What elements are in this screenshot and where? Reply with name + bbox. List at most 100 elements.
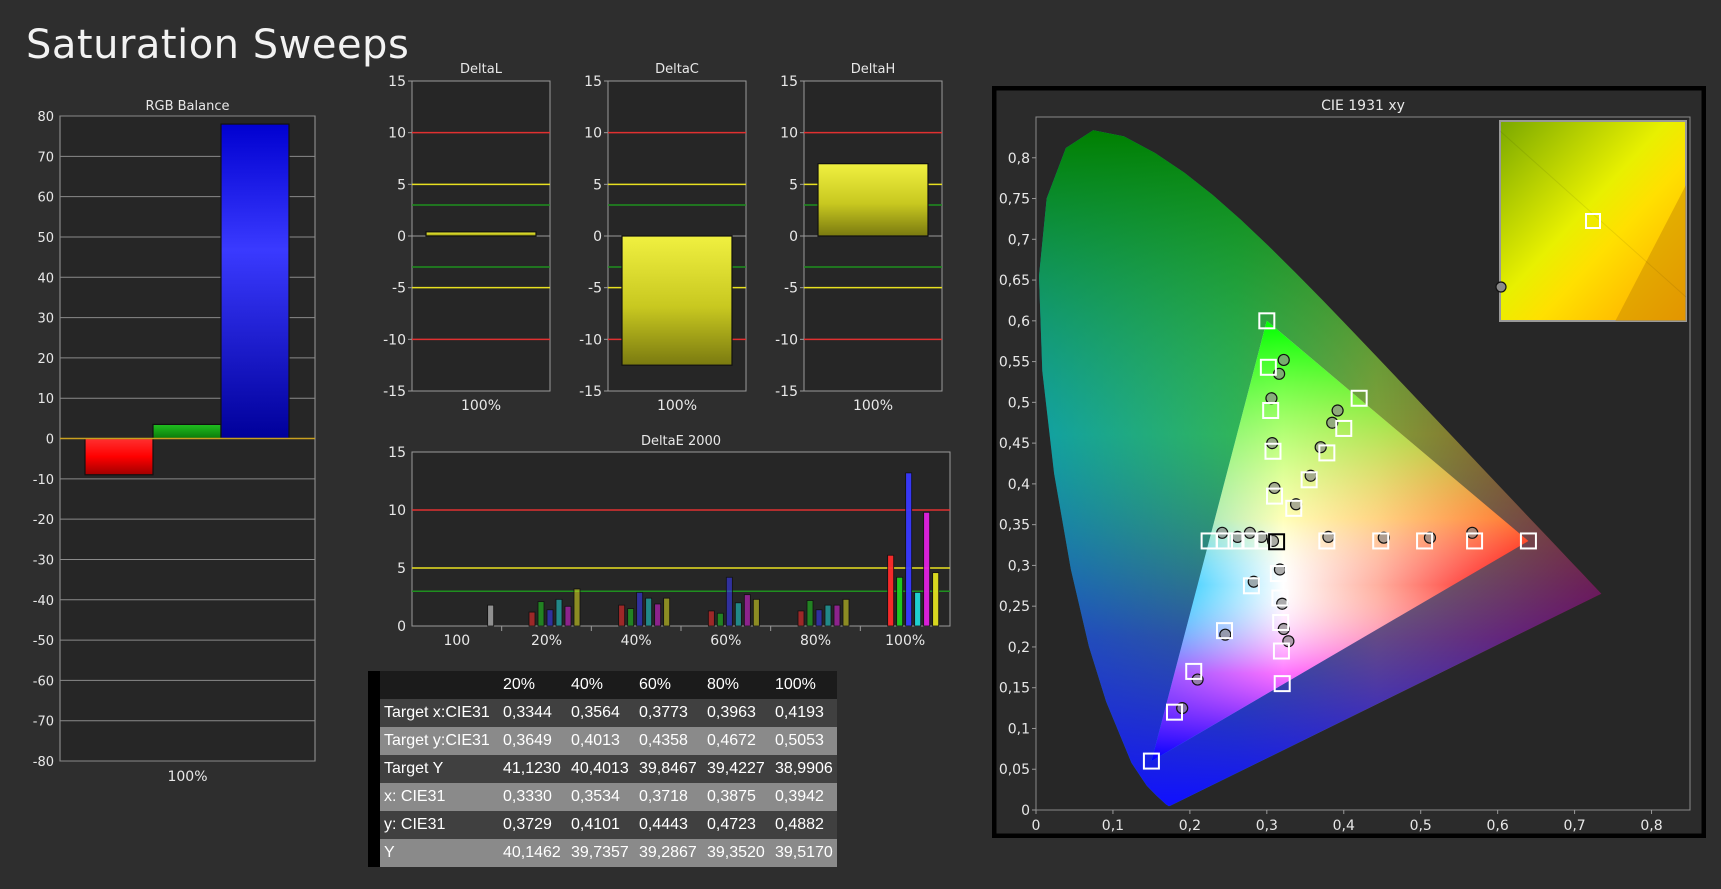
row-label: Target x:CIE31 bbox=[380, 699, 497, 727]
table-cell: 0,4723 bbox=[700, 811, 769, 839]
y-tick-label: 40 bbox=[37, 271, 54, 286]
delta-e-bar bbox=[914, 591, 922, 627]
delta-e-bar bbox=[932, 572, 940, 627]
table-cell: 0,3564 bbox=[564, 699, 633, 727]
table-cell: 39,8467 bbox=[632, 755, 701, 783]
table-cell: 0,4882 bbox=[768, 811, 837, 839]
measured-point bbox=[1331, 404, 1344, 417]
y-tick-label: 30 bbox=[37, 312, 54, 327]
delta-bar bbox=[817, 163, 929, 237]
table-cell: 0,4101 bbox=[564, 811, 633, 839]
y-tick-label: 0,1 bbox=[1008, 721, 1030, 737]
table-cell: 0,3875 bbox=[700, 783, 769, 811]
delta-e-bar bbox=[564, 605, 572, 627]
chart-title: RGB Balance bbox=[145, 100, 229, 114]
y-tick-label: 10 bbox=[388, 126, 406, 142]
delta-e-bar bbox=[487, 604, 495, 627]
table-row: Target x:CIE31 0,3344 0,3564 0,3773 0,3963 0,… bbox=[368, 699, 837, 727]
delta-e-bar bbox=[555, 598, 563, 627]
x-tick-label: 20% bbox=[531, 633, 562, 649]
measurement-table: 20% 40% 60% 80% 100% Target x:CIE31 0,3344 0,3… bbox=[368, 671, 837, 867]
y-tick-label: 0,8 bbox=[1008, 151, 1030, 167]
y-tick-label: 0,2 bbox=[1008, 640, 1030, 656]
chart-title: CIE 1931 xy bbox=[1321, 98, 1405, 114]
y-tick-label: 5 bbox=[397, 177, 406, 193]
table-cell: 0,4193 bbox=[768, 699, 837, 727]
delta-bar bbox=[425, 231, 537, 237]
y-tick-label: 10 bbox=[780, 126, 798, 142]
y-tick-label: 15 bbox=[388, 74, 406, 90]
table-stub bbox=[368, 839, 380, 867]
bar-green bbox=[152, 423, 222, 440]
x-tick-label: 0,3 bbox=[1256, 818, 1278, 834]
y-tick-label: 0 bbox=[593, 229, 602, 245]
measured-point bbox=[1277, 353, 1290, 367]
table-cell: 0,3344 bbox=[496, 699, 565, 727]
table-row: Target Y 41,1230 40,4013 39,8467 39,4227 38,9… bbox=[368, 755, 837, 783]
table-cell: 40,4013 bbox=[564, 755, 633, 783]
x-tick-label: 60% bbox=[710, 633, 741, 649]
table-header: 20% bbox=[496, 671, 565, 699]
delta-e-bar bbox=[645, 597, 653, 627]
y-tick-label: 80 bbox=[37, 110, 54, 125]
y-tick-label: 15 bbox=[388, 445, 406, 461]
table-cell: 39,4227 bbox=[700, 755, 769, 783]
x-tick-label: 0,7 bbox=[1563, 818, 1585, 834]
y-tick-label: 0,3 bbox=[1008, 558, 1030, 574]
table-stub bbox=[368, 699, 380, 727]
y-tick-label: 15 bbox=[780, 74, 798, 90]
y-tick-label: 0 bbox=[789, 229, 798, 245]
x-tick-label: 0,6 bbox=[1487, 818, 1509, 834]
y-tick-label: 0 bbox=[397, 229, 406, 245]
table-cell: 0,3330 bbox=[496, 783, 565, 811]
x-tick-label: 100% bbox=[853, 398, 893, 414]
x-tick-label: 100% bbox=[167, 769, 207, 785]
table-cell: 0,4672 bbox=[700, 727, 769, 755]
x-tick-label: 40% bbox=[621, 633, 652, 649]
table-cell: 0,3649 bbox=[496, 727, 565, 755]
y-tick-label: 0,65 bbox=[999, 273, 1030, 289]
y-tick-label: 0,4 bbox=[1008, 477, 1030, 493]
delta-e-bar bbox=[654, 603, 662, 627]
x-tick-label: 0,1 bbox=[1102, 818, 1124, 834]
plot-area bbox=[411, 451, 951, 627]
delta-e-bar bbox=[815, 609, 823, 627]
y-tick-label: 20 bbox=[37, 352, 54, 367]
x-tick-label: 100% bbox=[885, 633, 925, 649]
delta-c-chart: DeltaC 15 10 5 0 -5 -10 -15 100% bbox=[579, 62, 747, 414]
table-cell: 39,7357 bbox=[564, 839, 633, 867]
delta-h-chart: DeltaH 15 10 5 0 -5 -10 -15 100% bbox=[775, 62, 943, 414]
x-tick-label: 100% bbox=[657, 398, 697, 414]
table-row: Target y:CIE31 0,3649 0,4013 0,4358 0,4672 0,… bbox=[368, 727, 837, 755]
y-tick-label: -10 bbox=[33, 473, 54, 488]
x-tick-label: 0,5 bbox=[1410, 818, 1432, 834]
y-tick-label: -50 bbox=[33, 634, 54, 649]
y-tick-label: 0,75 bbox=[999, 192, 1030, 208]
x-tick-label: 0,4 bbox=[1333, 818, 1355, 834]
row-label: Target Y bbox=[380, 755, 497, 783]
y-tick-label: 10 bbox=[37, 392, 54, 407]
delta-e-bar bbox=[707, 610, 715, 627]
table-cell: 0,4443 bbox=[632, 811, 701, 839]
y-tick-label: 0 bbox=[397, 619, 406, 635]
table-cell: 0,3942 bbox=[768, 783, 837, 811]
delta-e-bar bbox=[546, 609, 554, 627]
delta-l-chart: DeltaL 15 10 5 0 -5 -10 -15 100% bbox=[383, 62, 551, 414]
delta-e-bar bbox=[618, 604, 626, 627]
table-stub bbox=[368, 671, 380, 699]
x-tick-label: 100% bbox=[461, 398, 501, 414]
table-cell: 39,3520 bbox=[700, 839, 769, 867]
y-tick-label: -5 bbox=[588, 281, 602, 297]
y-tick-label: 0,6 bbox=[1008, 314, 1030, 330]
y-tick-label: 0,45 bbox=[999, 436, 1030, 452]
delta-e-bar bbox=[806, 600, 814, 627]
row-label: Y bbox=[380, 839, 497, 867]
y-tick-label: -30 bbox=[33, 553, 54, 568]
table-row: x: CIE31 0,3330 0,3534 0,3718 0,3875 0,3942 bbox=[368, 783, 837, 811]
delta-e-bar bbox=[824, 604, 832, 627]
table-cell: 38,9906 bbox=[768, 755, 837, 783]
x-tick-label: 0 bbox=[1032, 818, 1041, 834]
delta-e-bar bbox=[627, 608, 635, 627]
y-tick-label: -20 bbox=[33, 513, 54, 528]
table-cell: 0,3729 bbox=[496, 811, 565, 839]
